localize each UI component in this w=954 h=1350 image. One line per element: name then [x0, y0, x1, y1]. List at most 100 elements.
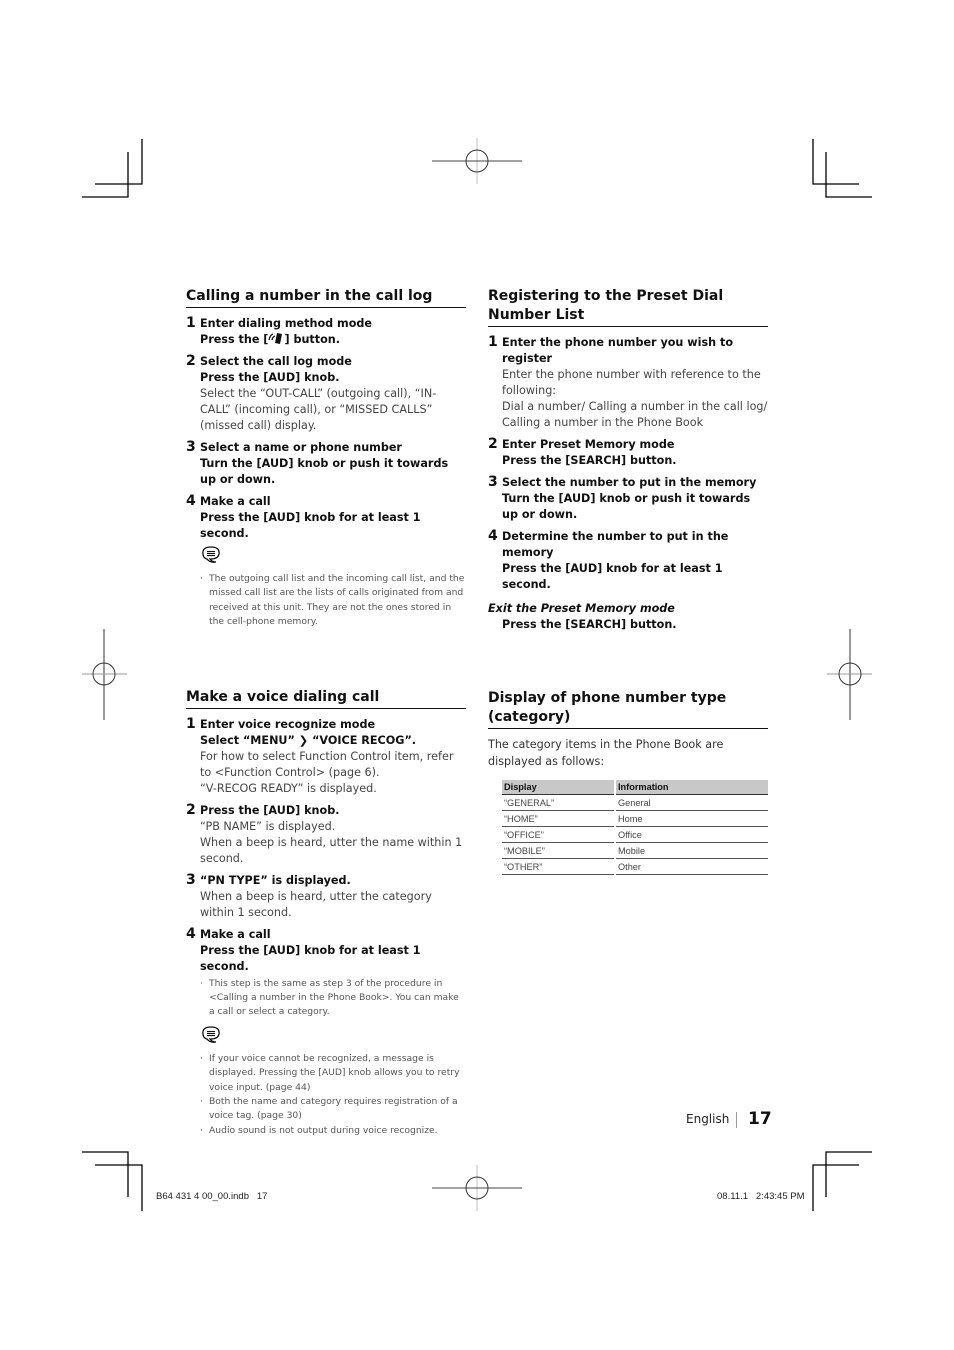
step-title: Enter Preset Memory mode	[502, 438, 675, 451]
action-text-b: “VOICE RECOG”.	[312, 733, 417, 747]
section-preset-dial: Registering to the Preset Dial Number Li…	[488, 287, 768, 633]
step-number: 1	[186, 715, 196, 732]
column-header-display: Display	[502, 780, 614, 795]
exit-title: Exit the Preset Memory mode	[488, 602, 675, 615]
cell-display: “OTHER”	[502, 859, 614, 875]
step-description: When a beep is heard, utter the name wit…	[200, 835, 463, 865]
section-call-log: Calling a number in the call log 1 Enter…	[186, 287, 466, 630]
slug-file-info: B64 431 4 00_00.indb 17	[156, 1191, 268, 1202]
slug-date-info: 08.11.1 2:43:45 PM	[717, 1191, 805, 1202]
step-description: Dial a number/ Calling a number in the c…	[502, 400, 768, 429]
crop-mark-top-left	[82, 139, 143, 198]
category-table: Display Information “GENERAL” General “H…	[502, 780, 768, 875]
registration-mark-left	[82, 629, 127, 720]
action-text-post: ] button.	[284, 333, 341, 346]
step-title: Enter voice recognize mode	[200, 717, 376, 731]
section-title: Calling a number in the call log	[186, 287, 466, 308]
registration-mark-right	[827, 629, 872, 720]
table-row: “GENERAL” General	[502, 795, 768, 811]
exit-action: Press the [SEARCH] button.	[502, 618, 677, 631]
step-notes-list: This step is the same as step 3 of the p…	[186, 977, 466, 1020]
step-description: For how to select Function Control item,…	[200, 749, 454, 779]
step-number: 3	[186, 439, 196, 455]
column-header-information: Information	[616, 780, 768, 795]
step-4: 4 Make a call Press the [AUD] knob for a…	[186, 926, 466, 975]
section-title: Make a voice dialing call	[186, 688, 466, 709]
step-3: 3 Select a name or phone number Turn the…	[186, 439, 466, 488]
step-number: 2	[186, 801, 196, 818]
note-item: The outgoing call list and the incoming …	[200, 572, 466, 630]
cell-information: General	[616, 795, 768, 811]
step-title: Enter dialing method mode	[200, 317, 372, 330]
step-description: When a beep is heard, utter the category…	[200, 889, 432, 919]
table-row: “HOME” Home	[502, 811, 768, 827]
step-number: 1	[488, 334, 498, 350]
step-2: 2 Press the [AUD] knob. “PB NAME” is dis…	[186, 801, 466, 867]
step-title: Select a name or phone number	[200, 441, 402, 454]
memo-note-icon	[202, 546, 220, 563]
step-title: Press the [AUD] knob.	[200, 803, 340, 817]
registration-mark-top	[432, 138, 522, 184]
page-number: 17	[748, 1109, 772, 1129]
footer-divider	[736, 1112, 737, 1128]
note-item: Both the name and category requires regi…	[200, 1095, 466, 1124]
table-row: “MOBILE” Mobile	[502, 843, 768, 859]
step-title: Select the number to put in the memory	[502, 476, 757, 489]
step-action: Press the [ ] button.	[200, 332, 466, 348]
step-title: Select the call log mode	[200, 355, 352, 368]
step-number: 2	[186, 353, 196, 369]
step-1: 1 Enter the phone number you wish to reg…	[488, 334, 768, 431]
section-phone-number-type: Display of phone number type (category) …	[488, 689, 768, 875]
print-marks	[82, 138, 872, 1211]
cell-information: Mobile	[616, 843, 768, 859]
section-voice-dialing: Make a voice dialing call 1 Enter voice …	[186, 688, 466, 1139]
cell-display: “HOME”	[502, 811, 614, 827]
cell-information: Home	[616, 811, 768, 827]
step-number: 3	[488, 474, 498, 490]
step-1: 1 Enter dialing method mode Press the []…	[186, 315, 466, 348]
crop-mark-top-right	[812, 139, 872, 198]
step-1: 1 Enter voice recognize mode Select “MEN…	[186, 715, 466, 797]
step-description: Select the “OUT-CALL” (outgoing call), “…	[200, 387, 437, 432]
step-4: 4 Determine the number to put in the mem…	[488, 528, 768, 593]
cell-display: “GENERAL”	[502, 795, 614, 811]
registration-mark-bottom	[432, 1165, 522, 1211]
notes-list: The outgoing call list and the incoming …	[186, 572, 466, 630]
step-description: “V-RECOG READY” is displayed.	[200, 781, 377, 795]
step-action: Press the [AUD] knob for at least 1 seco…	[200, 511, 421, 540]
step-title: “PN TYPE” is displayed.	[200, 873, 351, 887]
action-text-pre: Press the [	[200, 333, 269, 346]
step-2: 2 Select the call log mode Press the [AU…	[186, 353, 466, 434]
step-description: “PB NAME” is displayed.	[200, 819, 336, 833]
notes-list: If your voice cannot be recognized, a me…	[186, 1052, 466, 1139]
footer-language: English	[686, 1112, 730, 1126]
cell-display: “MOBILE”	[502, 843, 614, 859]
cell-information: Office	[616, 827, 768, 843]
crop-mark-bottom-right	[812, 1151, 872, 1211]
step-action: Turn the [AUD] knob or push it towards u…	[200, 457, 449, 486]
step-number: 1	[186, 315, 196, 331]
section-title: Display of phone number type (category)	[488, 689, 768, 729]
section-title: Registering to the Preset Dial Number Li…	[488, 287, 768, 327]
memo-note-icon	[202, 1026, 220, 1043]
cell-information: Other	[616, 859, 768, 875]
step-number: 4	[488, 528, 498, 544]
step-title: Make a call	[200, 495, 271, 508]
step-action: Turn the [AUD] knob or push it towards u…	[502, 492, 751, 521]
step-action: Press the [AUD] knob.	[200, 371, 340, 384]
note-item: This step is the same as step 3 of the p…	[200, 977, 466, 1020]
step-4: 4 Make a call Press the [AUD] knob for a…	[186, 493, 466, 542]
left-column: Calling a number in the call log 1 Enter…	[186, 287, 466, 1139]
step-title: Enter the phone number you wish to regis…	[502, 336, 734, 365]
menu-arrow-icon: ❯	[298, 733, 309, 747]
step-3: 3 “PN TYPE” is displayed. When a beep is…	[186, 872, 466, 921]
action-text-a: Select “MENU”	[200, 733, 295, 747]
step-number: 2	[488, 436, 498, 452]
step-description: Enter the phone number with reference to…	[502, 368, 761, 397]
table-row: “OFFICE” Office	[502, 827, 768, 843]
crop-mark-bottom-left	[82, 1151, 143, 1211]
cell-display: “OFFICE”	[502, 827, 614, 843]
phone-handset-icon	[268, 333, 283, 344]
step-title: Determine the number to put in the memor…	[502, 530, 729, 559]
step-number: 4	[186, 493, 196, 509]
